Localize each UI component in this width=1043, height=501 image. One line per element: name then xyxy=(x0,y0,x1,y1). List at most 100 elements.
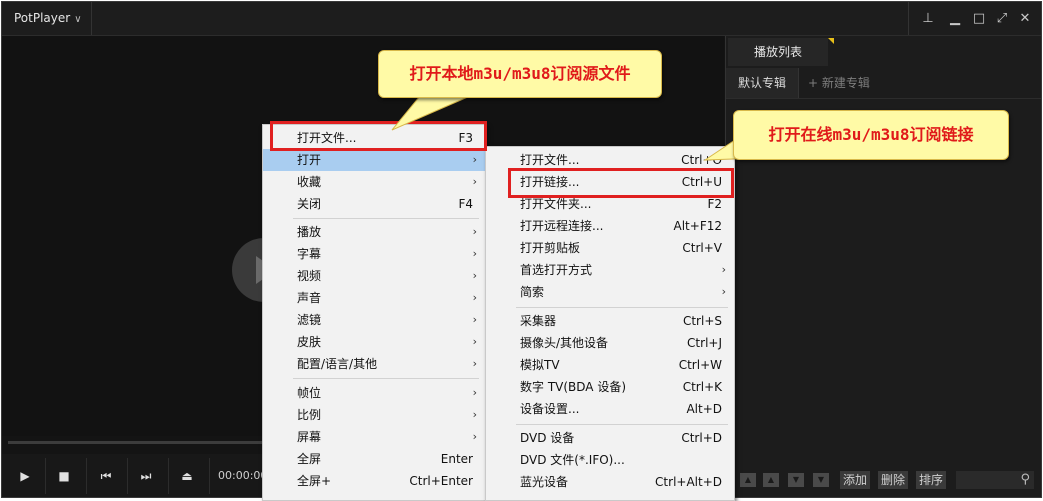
menu-item-favorites[interactable]: 收藏 › xyxy=(263,171,485,193)
submenu-item-analog-tv[interactable]: 模拟TV Ctrl+W xyxy=(486,354,734,376)
menu-item-ratio[interactable]: 比例 › xyxy=(263,404,485,426)
menu-item-subtitles[interactable]: 字幕 › xyxy=(263,243,485,265)
menu-item-label: 模拟TV xyxy=(520,358,560,372)
chevron-right-icon: › xyxy=(472,291,477,304)
chevron-right-icon: › xyxy=(472,408,477,421)
new-album-button[interactable]: + 新建专辑 xyxy=(808,68,870,98)
menu-item-shortcut: Ctrl+Alt+D xyxy=(655,475,722,489)
menu-separator xyxy=(516,307,728,308)
menu-item-label: 摄像头/其他设备 xyxy=(520,336,609,350)
move-down-icon[interactable]: ▼ xyxy=(788,473,804,487)
playlist-toolbar: ▲ ▲ ▼ ▼ 添加 删除 排序 ⚲ xyxy=(726,464,1041,497)
menu-item-shortcut: Enter xyxy=(440,452,473,466)
highlight-open-file xyxy=(270,121,487,151)
menu-item-close[interactable]: 关闭 F4 xyxy=(263,193,485,215)
tab-marker-icon xyxy=(828,38,834,44)
move-top-icon[interactable]: ▲ xyxy=(740,473,756,487)
time-display: 00:00:00 xyxy=(218,469,268,482)
menu-item-label: 数字 TV(BDA 设备) xyxy=(520,380,627,394)
submenu-item-capture[interactable]: 采集器 Ctrl+S xyxy=(486,310,734,332)
menu-item-video[interactable]: 视频 › xyxy=(263,265,485,287)
close-button[interactable]: ✕ xyxy=(1016,10,1034,28)
minimize-button[interactable]: ▁ xyxy=(946,10,964,28)
menu-item-label: 简索 xyxy=(520,285,545,299)
move-up-icon[interactable]: ▲ xyxy=(763,473,779,487)
submenu-item-open-remote[interactable]: 打开远程连接... Alt+F12 xyxy=(486,215,734,237)
chevron-right-icon: › xyxy=(721,285,726,298)
menu-item-label: 声音 xyxy=(297,291,322,305)
submenu-item-device-settings[interactable]: 设备设置... Alt+D xyxy=(486,398,734,420)
menu-item-screen[interactable]: 屏幕 › xyxy=(263,426,485,448)
divider xyxy=(127,458,128,494)
move-bottom-icon[interactable]: ▼ xyxy=(813,473,829,487)
menu-item-config[interactable]: 配置/语言/其他 › xyxy=(263,353,485,375)
pin-icon[interactable]: ⊥ xyxy=(919,10,937,28)
album-tabs: 默认专辑 + 新建专辑 xyxy=(726,68,1041,99)
menu-item-fullscreen-plus[interactable]: 全屏+ Ctrl+Enter xyxy=(263,470,485,492)
menu-item-shortcut: Ctrl+J xyxy=(687,336,722,350)
titlebar-divider xyxy=(908,2,909,35)
chevron-right-icon: › xyxy=(472,269,477,282)
tab-default-album[interactable]: 默认专辑 xyxy=(726,68,799,98)
submenu-item-camera[interactable]: 摄像头/其他设备 Ctrl+J xyxy=(486,332,734,354)
eject-button[interactable]: ⏏ xyxy=(172,464,202,488)
divider xyxy=(86,458,87,494)
menu-item-label: 打开剪贴板 xyxy=(520,241,581,255)
main-context-menu: 打开文件... F3 打开 › 收藏 › 关闭 F4 播放 › 字幕 › 视频 … xyxy=(262,124,486,501)
menu-item-label: 打开远程连接... xyxy=(520,219,604,233)
menu-item-playback[interactable]: 播放 › xyxy=(263,221,485,243)
chevron-right-icon: › xyxy=(472,313,477,326)
menu-item-shortcut: Ctrl+W xyxy=(678,358,722,372)
menu-item-open[interactable]: 打开 › xyxy=(263,149,485,171)
play-button[interactable]: ▶ xyxy=(10,464,40,488)
chevron-down-icon: ∨ xyxy=(74,14,82,25)
add-button[interactable]: 添加 xyxy=(840,471,871,489)
maximize-button[interactable]: □ xyxy=(970,10,988,28)
menu-item-label: 收藏 xyxy=(297,175,322,189)
callout-online-link: 打开在线m3u/m3u8订阅链接 xyxy=(733,110,1009,160)
menu-item-shortcut: Ctrl+K xyxy=(682,380,722,394)
app-menu-button[interactable]: PotPlayer ∨ xyxy=(2,2,92,35)
fullscreen-button[interactable]: ⤢ xyxy=(993,10,1011,28)
stop-button[interactable]: ■ xyxy=(49,464,79,488)
menu-item-frame[interactable]: 帧位 › xyxy=(263,382,485,404)
highlight-open-link xyxy=(508,168,734,198)
search-icon[interactable]: ⚲ xyxy=(1020,472,1030,487)
menu-item-label: 字幕 xyxy=(297,247,322,261)
menu-item-fullscreen[interactable]: 全屏 Enter xyxy=(263,448,485,470)
menu-item-label: 播放 xyxy=(297,225,322,239)
delete-button[interactable]: 删除 xyxy=(878,471,909,489)
tab-playlist[interactable]: 播放列表 xyxy=(728,38,834,66)
playlist-search-input[interactable]: ⚲ xyxy=(956,471,1034,489)
menu-item-shortcut: Alt+D xyxy=(686,402,722,416)
submenu-item-dvd-device[interactable]: DVD 设备 Ctrl+D xyxy=(486,427,734,449)
menu-item-shortcut: Ctrl+D xyxy=(681,431,722,445)
menu-item-label: 蓝光设备 xyxy=(520,475,569,489)
menu-item-label: DVD 设备 xyxy=(520,431,575,445)
chevron-right-icon: › xyxy=(721,263,726,276)
playlist-panel: 播放列表 默认专辑 + 新建专辑 ▲ ▲ ▼ ▼ 添加 删除 排序 ⚲ xyxy=(725,36,1041,497)
menu-item-skins[interactable]: 皮肤 › xyxy=(263,331,485,353)
submenu-item-digital-tv[interactable]: 数字 TV(BDA 设备) Ctrl+K xyxy=(486,376,734,398)
menu-item-label: 关闭 xyxy=(297,197,322,211)
menu-item-label: 屏幕 xyxy=(297,430,322,444)
next-button[interactable]: ⏭ xyxy=(131,464,161,488)
menu-item-filters[interactable]: 滤镜 › xyxy=(263,309,485,331)
menu-item-label: 配置/语言/其他 xyxy=(297,357,378,371)
submenu-item-bluray[interactable]: 蓝光设备 Ctrl+Alt+D xyxy=(486,471,734,493)
sort-button[interactable]: 排序 xyxy=(916,471,947,489)
menu-item-shortcut: Ctrl+V xyxy=(682,241,722,255)
submenu-item-preferred-open[interactable]: 首选打开方式 › xyxy=(486,259,734,281)
menu-item-audio[interactable]: 声音 › xyxy=(263,287,485,309)
menu-item-label: 视频 xyxy=(297,269,322,283)
menu-item-label: 打开 xyxy=(297,153,322,167)
menu-item-label: 比例 xyxy=(297,408,322,422)
chevron-right-icon: › xyxy=(472,335,477,348)
submenu-item-dvd-file[interactable]: DVD 文件(*.IFO)... xyxy=(486,449,734,471)
submenu-item-open-clipboard[interactable]: 打开剪贴板 Ctrl+V xyxy=(486,237,734,259)
submenu-item-index[interactable]: 简索 › xyxy=(486,281,734,303)
divider xyxy=(45,458,46,494)
tab-playlist-label: 播放列表 xyxy=(753,45,802,59)
menu-item-label: 滤镜 xyxy=(297,313,322,327)
previous-button[interactable]: ⏮ xyxy=(91,464,121,488)
